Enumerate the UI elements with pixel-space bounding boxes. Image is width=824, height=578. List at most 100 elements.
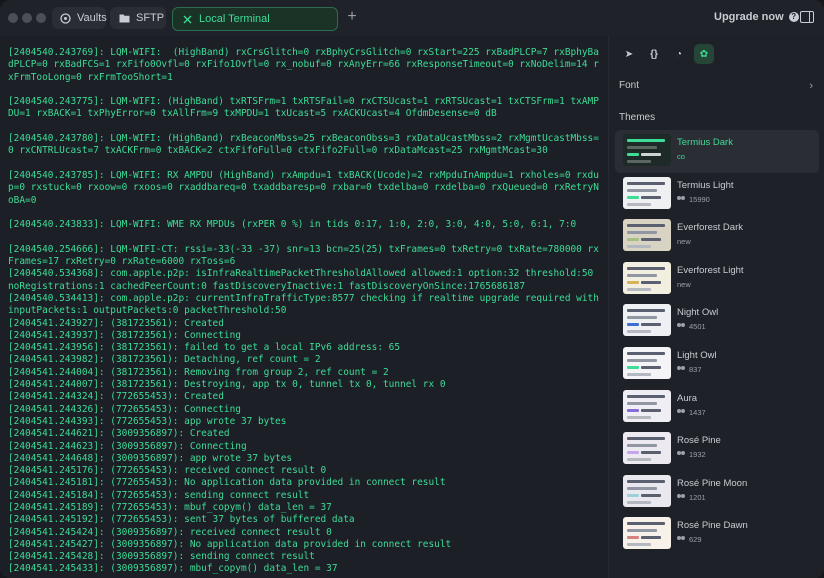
preview-line [627,458,651,462]
window-close-button[interactable] [8,13,18,23]
theme-meta: co [677,152,685,161]
theme-name: Termius Dark [677,137,733,148]
preview-line [627,181,665,185]
theme-preview [623,134,671,166]
terminal-line: [2404541.245424]: (3009356897): received… [8,526,332,538]
window-zoom-button[interactable] [36,13,46,23]
send-icon[interactable]: ➤ [619,44,639,64]
theme-preview [623,261,671,294]
terminal-line: [2404541.244648]: (3009356897): app wrot… [8,452,293,464]
theme-item[interactable]: Rosé Pine Moon 1201 [615,471,819,514]
theme-preview [623,346,671,379]
terminal-line: [2404540.243769]: LQM-WIFI: (HighBand) r… [8,47,599,83]
theme-name: Rosé Pine [677,435,721,447]
terminal-pane[interactable]: [2404540.243769]: LQM-WIFI: (HighBand) r… [0,36,608,578]
preview-line [627,522,665,526]
preview-line [627,195,639,199]
terminal-line: [2404540.254666]: LQM-WIFI-CT: rssi=-33(… [8,243,599,268]
theme-name: Light Owl [677,349,717,361]
theme-preview [623,176,671,209]
preview-line [627,351,665,355]
help-icon: ? [788,12,799,22]
theme-meta: new [677,280,691,289]
new-tab-button[interactable]: + [345,8,359,26]
tab-label: Vaults [77,12,107,24]
preview-line [627,372,651,376]
preview-line [627,273,657,277]
theme-preview [623,432,671,465]
window-minimize-button[interactable] [22,13,32,23]
snippets-icon[interactable]: {} [644,44,664,64]
preview-line [641,493,661,497]
users-icon [677,493,686,501]
terminal-line: [2404541.245181]: (772655453): No applic… [8,477,446,489]
theme-item[interactable]: Aura 1437 [615,386,819,429]
theme-item[interactable]: Termius Dark co [615,130,819,173]
terminal-line: [2404541.244623]: (3009356897): Connecti… [8,440,247,452]
theme-item[interactable]: Light Owl 837 [615,343,819,386]
preview-line [641,365,661,369]
preview-line [627,146,657,149]
themes-heading: Themes [619,112,656,123]
theme-meta-text: 4501 [689,322,706,332]
theme-preview [623,474,671,507]
theme-meta-text: 1932 [689,450,706,460]
preview-line [627,493,639,497]
users-icon [677,408,686,416]
preview-line [627,330,651,334]
theme-meta: 837 [677,365,702,374]
theme-meta: new [677,237,691,246]
theme-item[interactable]: Night Owl 4501 [615,300,819,343]
terminal-line: [2404541.244004]: (381723561): Removing … [8,366,389,378]
tab-local-terminal[interactable]: Local Terminal [172,7,338,31]
theme-item[interactable]: Rosé Pine 1932 [615,428,819,471]
users-icon [677,536,686,543]
theme-meta-text: co [677,152,685,161]
upgrade-label: Upgrade now [714,11,784,23]
title-bar: Vaults SFTP Local Terminal + Upgrade now… [0,0,824,36]
theme-item[interactable]: Everforest Dark new [615,215,819,258]
theme-meta-text: new [677,237,691,247]
close-icon[interactable] [181,13,193,25]
preview-line [627,358,657,362]
folder-icon [118,12,130,24]
terminal-line: [2404541.245192]: (772655453): sent 37 b… [8,514,355,526]
terminal-line: [2404541.245184]: (772655453): sending c… [8,489,310,501]
theme-item[interactable]: Termius Light 15990 [615,173,819,216]
chevron-right-icon: › [809,80,813,92]
preview-line [627,536,639,540]
preview-line [627,238,639,242]
preview-line [627,231,657,235]
terminal-line: [2404540.243775]: LQM-WIFI: (HighBand) t… [8,96,599,120]
theme-item[interactable]: Rosé Pine Dawn 629 [615,513,819,556]
tab-sftp[interactable]: SFTP [110,7,166,29]
upgrade-button[interactable]: Upgrade now ? [714,11,799,23]
theme-preview [623,389,671,422]
preview-line [627,394,665,398]
theme-meta: 15990 [677,195,710,204]
tab-vaults[interactable]: Vaults [52,7,107,29]
sidebar-toggle-icon[interactable] [800,11,814,23]
preview-line [627,280,639,284]
preview-line [627,486,657,490]
terminal-line: [2404541.244324]: (772655453): Created [8,391,224,403]
palette-icon[interactable]: ✿ [694,44,714,64]
users-icon [677,195,686,203]
theme-name: Rosé Pine Dawn [677,520,748,532]
tab-label: Local Terminal [199,13,270,25]
terminal-line: [2404540.243780]: LQM-WIFI: (HighBand) r… [8,133,599,157]
preview-line [627,153,639,156]
preview-line [627,287,651,291]
theme-meta: 1201 [677,493,706,502]
history-icon[interactable]: ◔ [669,44,689,64]
theme-item[interactable]: Everforest Light new [615,258,819,301]
font-setting-row[interactable]: Font › [619,80,813,94]
preview-line [641,195,661,199]
preview-line [627,415,651,419]
preview-line [627,188,657,192]
terminal-line: [2404540.243833]: LQM-WIFI: WME RX MPDUs… [8,219,577,231]
theme-meta-text: 1437 [689,407,706,417]
tab-label: SFTP [136,12,165,24]
theme-list: Termius Dark co Termius Light 15990 Everfore… [615,130,819,556]
